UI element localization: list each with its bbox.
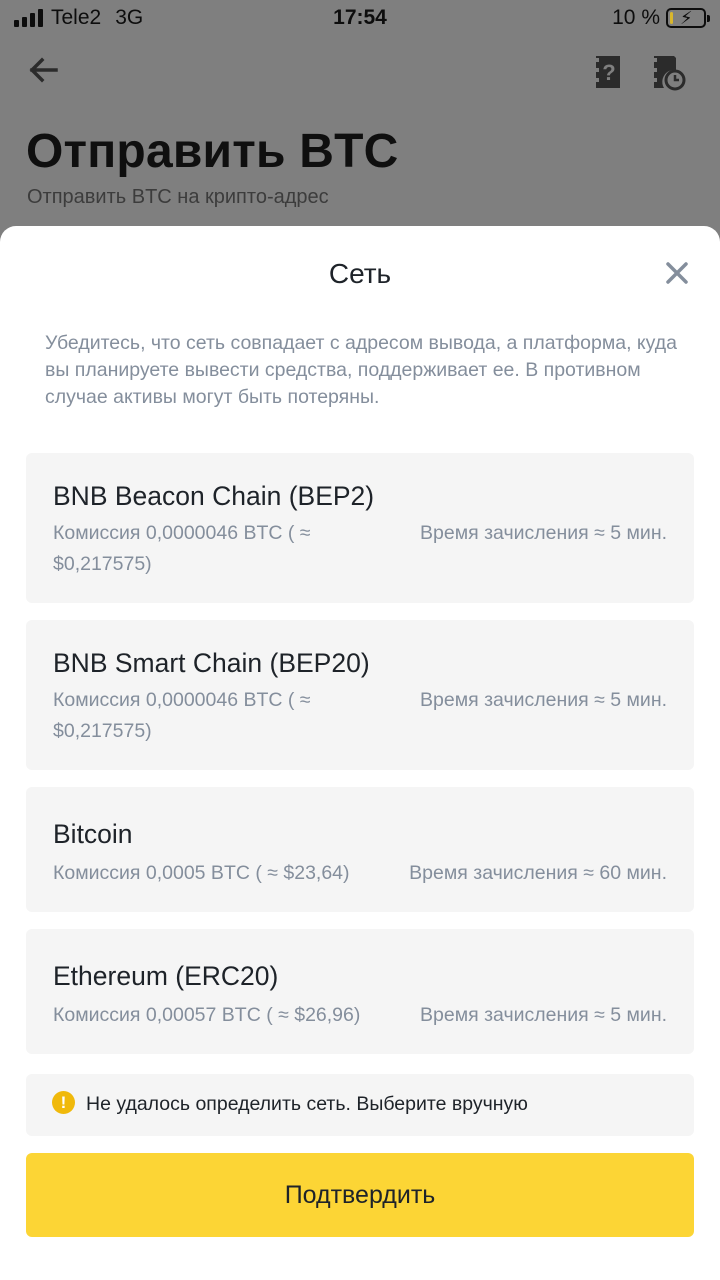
- network-fee: Комиссия 0,0000046 BTC ( ≈ $0,217575): [53, 522, 311, 575]
- network-arrival-time: Время зачисления ≈ 60 мин.: [409, 862, 667, 884]
- network-name: BNB Beacon Chain (BEP2): [53, 481, 375, 511]
- network-notice: Убедитесь, что сеть совпадает с адресом …: [45, 332, 677, 408]
- network-arrival-time: Время зачисления ≈ 5 мин.: [420, 522, 667, 544]
- battery-percent: 10 %: [612, 6, 660, 29]
- status-bar: Tele2 3G 17:54 10 % ⚡: [0, 0, 720, 38]
- sheet-title: Сеть: [328, 258, 392, 289]
- warning-text: Не удалось определить сеть. Выберите вру…: [86, 1093, 528, 1115]
- network-option-bitcoin[interactable]: Bitcoin Комиссия 0,0005 BTC ( ≈ $23,64) …: [26, 787, 694, 912]
- network-arrival-time: Время зачисления ≈ 5 мин.: [420, 1004, 667, 1026]
- network-fee: Комиссия 0,0000046 BTC ( ≈ $0,217575): [53, 689, 311, 742]
- network-name: BNB Smart Chain (BEP20): [53, 648, 370, 678]
- page-title: Отправить BTC: [26, 125, 399, 178]
- network-fee: Комиссия 0,00057 BTC ( ≈ $26,96): [53, 1004, 361, 1026]
- warning-icon: !: [52, 1091, 75, 1114]
- network-arrival-time: Время зачисления ≈ 5 мин.: [420, 689, 667, 711]
- network-list: BNB Beacon Chain (BEP2) Комиссия 0,00000…: [26, 453, 694, 1071]
- battery-icon: ⚡: [666, 8, 710, 28]
- history-icon[interactable]: [646, 52, 686, 92]
- back-arrow-icon[interactable]: [22, 52, 62, 92]
- page-subtitle: Отправить BTC на крипто-адрес: [27, 186, 329, 208]
- network-name: Ethereum (ERC20): [53, 961, 279, 991]
- network-option-bep20[interactable]: BNB Smart Chain (BEP20) Комиссия 0,00000…: [26, 620, 694, 770]
- help-document-icon[interactable]: ?: [588, 52, 628, 92]
- close-icon[interactable]: [660, 256, 694, 290]
- confirm-button[interactable]: Подтвердить: [26, 1153, 694, 1237]
- network-option-bep2[interactable]: BNB Beacon Chain (BEP2) Комиссия 0,00000…: [26, 453, 694, 603]
- svg-text:?: ?: [602, 60, 615, 85]
- network-bottom-sheet: Сеть Убедитесь, что сеть совпадает с адр…: [0, 226, 720, 1280]
- network-option-erc20[interactable]: Ethereum (ERC20) Комиссия 0,00057 BTC ( …: [26, 929, 694, 1054]
- network-fee: Комиссия 0,0005 BTC ( ≈ $23,64): [53, 862, 350, 884]
- network-name: Bitcoin: [53, 819, 133, 849]
- network-warning: ! Не удалось определить сеть. Выберите в…: [26, 1074, 694, 1136]
